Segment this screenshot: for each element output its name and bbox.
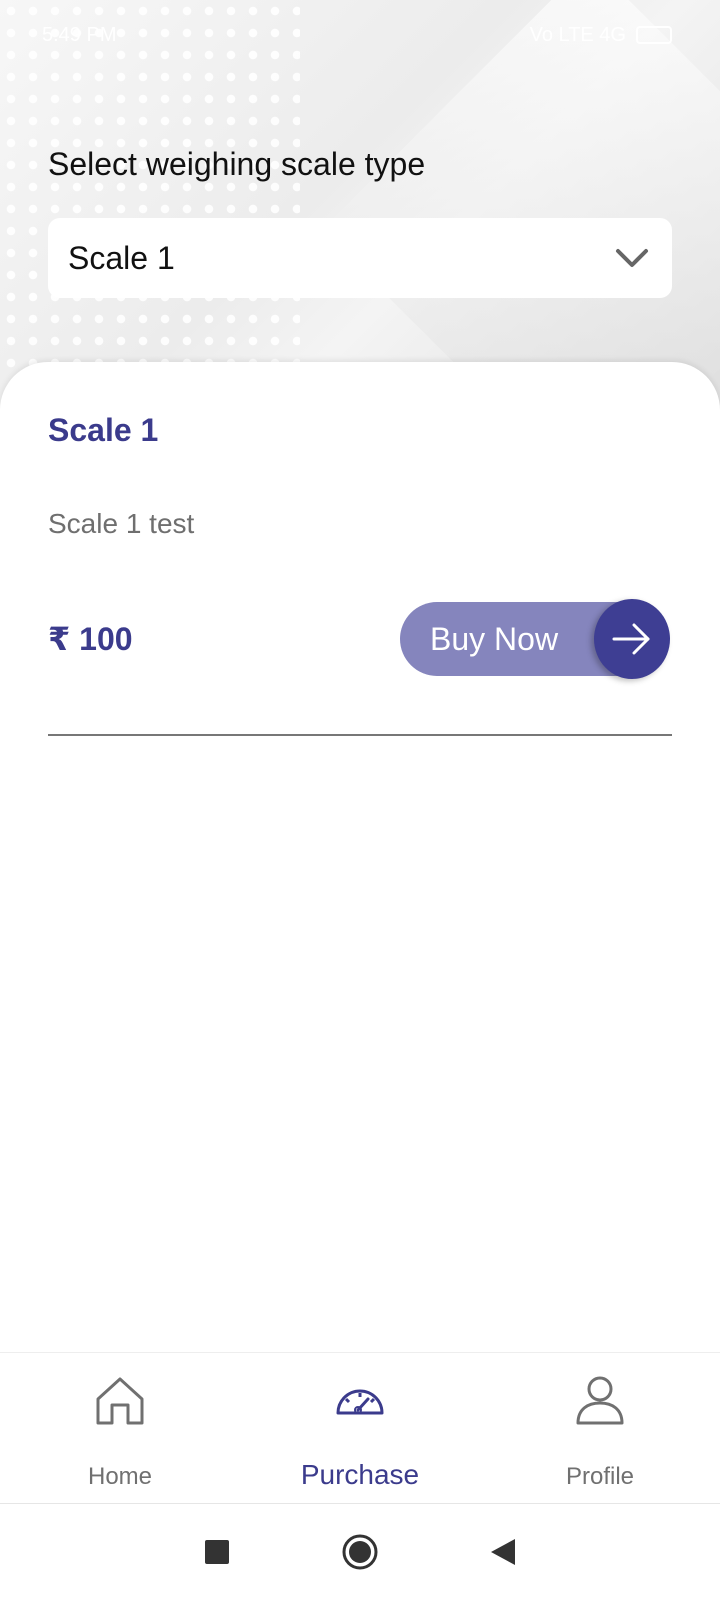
user-icon — [576, 1376, 624, 1425]
nav-label-purchase: Purchase — [300, 1459, 420, 1490]
status-time: 5:49 PM — [42, 23, 117, 46]
arrow-right-icon — [594, 599, 670, 679]
status-network-text: Vo LTE 4G — [529, 23, 626, 46]
bottom-navigation: Home Purchase Profile — [0, 1352, 720, 1504]
speedometer-icon — [336, 1389, 384, 1415]
home-icon — [96, 1377, 144, 1425]
status-indicators: Vo LTE 4G — [530, 24, 672, 47]
product-description: Scale 1 test — [48, 508, 195, 539]
buy-now-label: Buy Now — [430, 620, 559, 657]
system-navigation-bar — [0, 1504, 720, 1600]
battery-icon — [636, 26, 672, 44]
chevron-down-icon — [616, 249, 648, 267]
nav-item-purchase[interactable]: Purchase — [240, 1353, 480, 1503]
home-circle-icon[interactable] — [341, 1533, 379, 1571]
status-bar: 5:49 PM Vo LTE 4G — [0, 0, 720, 70]
nav-item-home[interactable]: Home — [0, 1353, 240, 1503]
nav-label-profile: Profile — [565, 1463, 635, 1490]
divider — [48, 734, 672, 736]
buy-now-button[interactable]: Buy Now — [400, 599, 670, 679]
scale-type-label: Select weighing scale type — [48, 146, 426, 182]
product-price: ₹ 100 — [48, 621, 133, 657]
product-title: Scale 1 — [48, 412, 159, 448]
dropdown-selected-value: Scale 1 — [68, 239, 175, 276]
scale-type-dropdown[interactable]: Scale 1 — [48, 218, 672, 298]
nav-label-home: Home — [87, 1463, 153, 1490]
nav-item-profile[interactable]: Profile — [480, 1353, 720, 1503]
recents-icon[interactable] — [203, 1538, 231, 1566]
back-icon[interactable] — [489, 1537, 517, 1567]
